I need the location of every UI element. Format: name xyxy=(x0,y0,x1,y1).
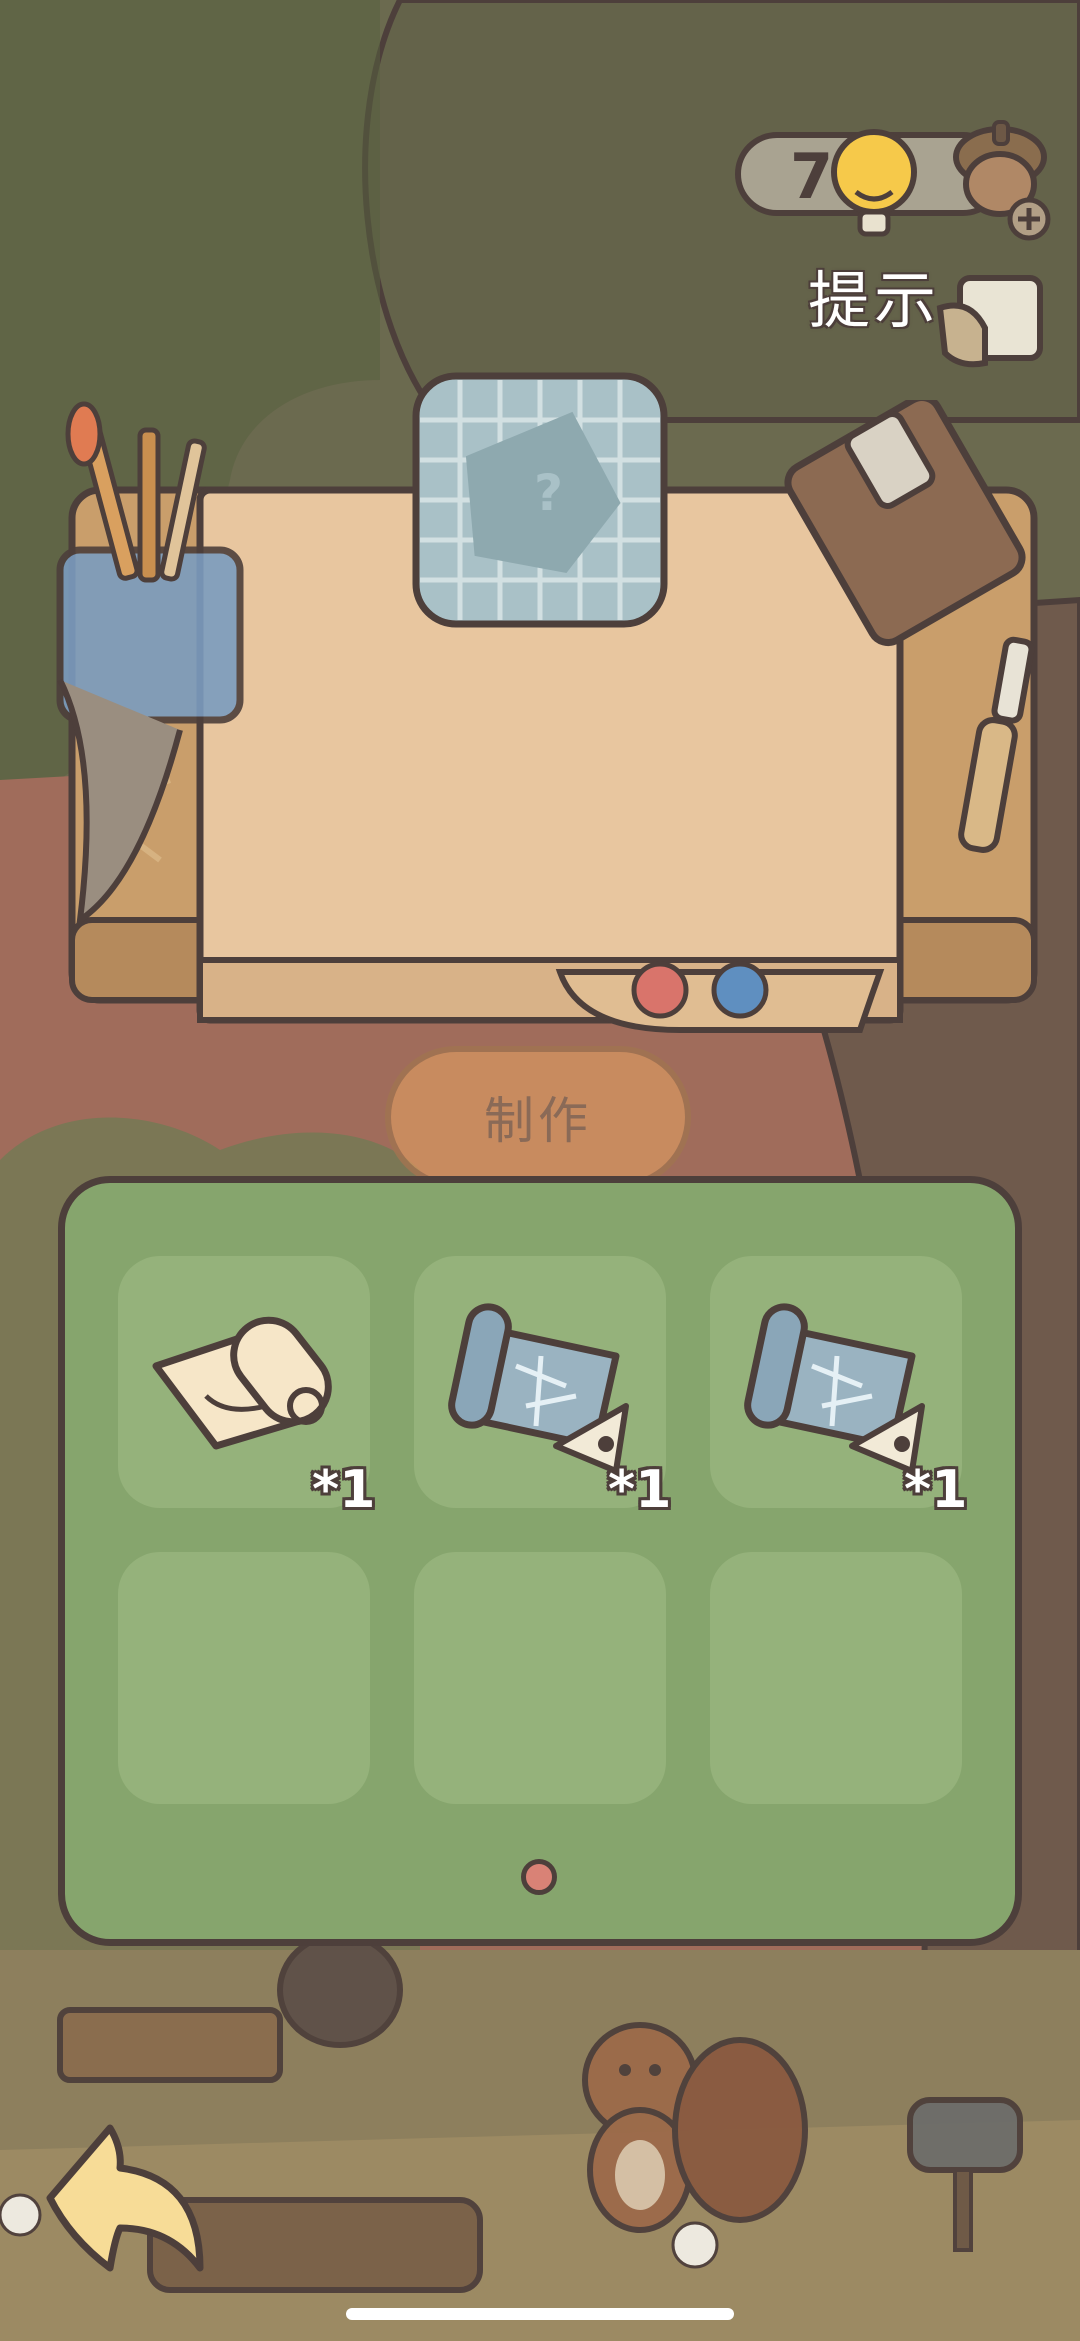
lightbulb-icon xyxy=(831,129,917,237)
home-indicator[interactable] xyxy=(346,2308,734,2320)
inventory-slot-empty[interactable] xyxy=(414,1552,666,1804)
hint-hand-icon xyxy=(936,275,1043,368)
item-count: *1 xyxy=(608,1460,672,1520)
item-count: *1 xyxy=(312,1460,376,1520)
svg-text:?: ? xyxy=(534,464,563,522)
hint-label[interactable]: 提示 xyxy=(808,250,940,340)
paper-scroll-icon xyxy=(152,1316,332,1450)
page-indicator-dot xyxy=(521,1859,557,1895)
blueprint-ruler-icon xyxy=(448,1303,629,1474)
back-arrow-icon[interactable] xyxy=(40,2118,210,2278)
blueprint-ruler-icon xyxy=(744,1303,925,1474)
add-hint-icon[interactable] xyxy=(1006,196,1052,242)
inventory-slot-empty[interactable] xyxy=(710,1552,962,1804)
item-count: *1 xyxy=(904,1460,968,1520)
inventory-slot-empty[interactable] xyxy=(118,1552,370,1804)
make-button[interactable]: 制作 xyxy=(385,1046,691,1188)
question-mark-paper-icon: ? xyxy=(412,372,668,628)
